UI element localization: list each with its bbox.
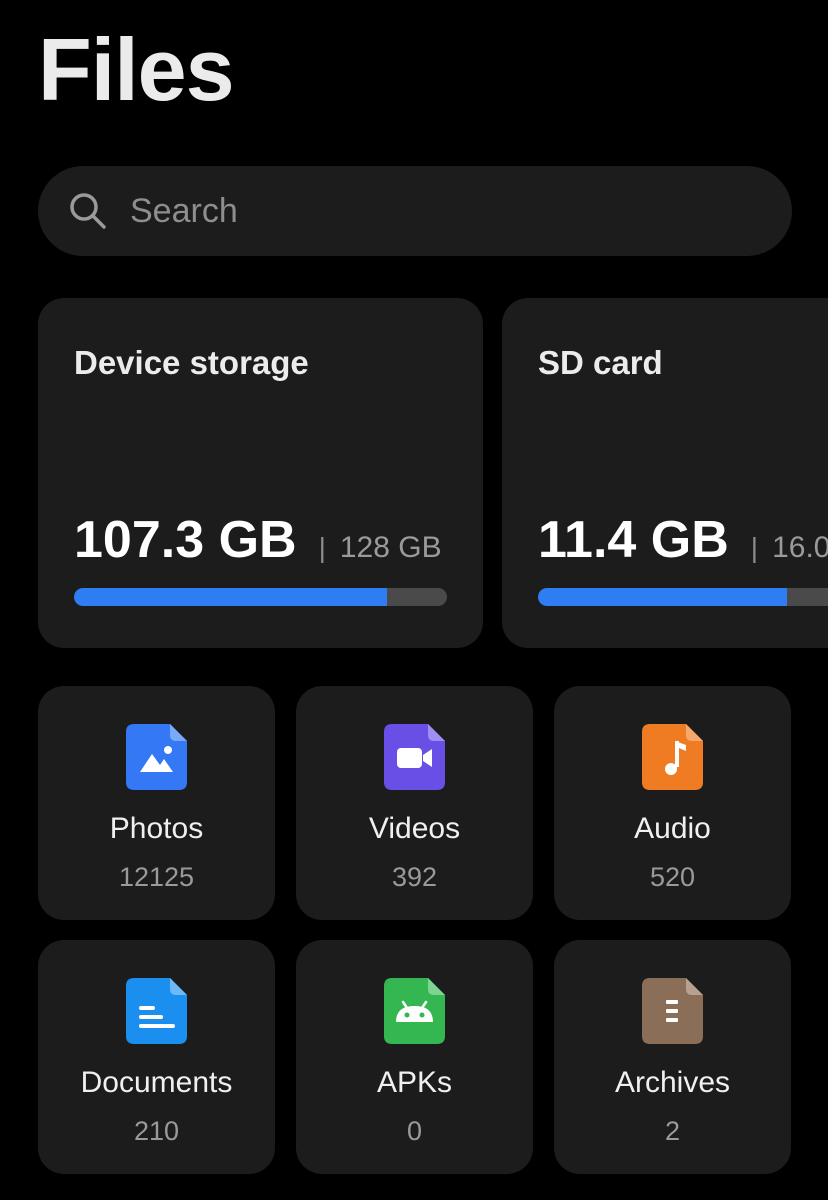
archive-file-icon [642,978,703,1044]
storage-name: SD card [538,344,663,381]
category-count: 520 [649,862,696,892]
storage-progress-fill [74,588,387,606]
storage-amounts: 11.4 GB | 16.0 [538,510,828,570]
page-title: Files [38,20,235,119]
android-file-icon [384,978,445,1044]
storage-separator: | [750,532,759,563]
sd-card-storage-card[interactable]: SD card 11.4 GB | 16.0 [502,298,828,648]
category-count: 0 [406,1116,423,1146]
category-label: Audio [634,812,711,845]
photo-file-icon [126,724,187,790]
storage-total: 16.0 [772,531,828,564]
storage-used: 107.3 GB [74,511,297,569]
storage-separator: | [318,532,326,563]
category-label: Photos [109,812,204,845]
search-icon [70,193,106,229]
storage-progress-bar [538,588,828,606]
category-photos[interactable]: Photos 12125 [38,686,275,920]
device-storage-card[interactable]: Device storage 107.3 GB | 128 GB [38,298,483,648]
category-label: APKs [376,1066,453,1099]
category-count: 392 [391,862,438,892]
category-label: Documents [80,1066,233,1099]
storage-row: Device storage 107.3 GB | 128 GB SD card… [38,298,828,648]
category-videos[interactable]: Videos 392 [296,686,533,920]
category-count: 2 [664,1116,681,1146]
video-file-icon [384,724,445,790]
document-file-icon [126,978,187,1044]
storage-amounts: 107.3 GB | 128 GB [74,510,442,570]
storage-progress-bar [74,588,447,606]
category-label: Videos [368,812,461,845]
category-audio[interactable]: Audio 520 [554,686,791,920]
category-apks[interactable]: APKs 0 [296,940,533,1174]
search-input[interactable] [130,191,690,231]
category-label: Archives [614,1066,731,1099]
storage-progress-fill [538,588,788,606]
storage-total: 128 GB [339,531,442,564]
category-archives[interactable]: Archives 2 [554,940,791,1174]
category-count: 12125 [118,862,195,892]
search-bar[interactable] [38,166,792,256]
category-count: 210 [133,1116,180,1146]
storage-name: Device storage [74,344,309,381]
storage-used: 11.4 GB [538,511,729,569]
audio-file-icon [642,724,703,790]
category-documents[interactable]: Documents 210 [38,940,275,1174]
